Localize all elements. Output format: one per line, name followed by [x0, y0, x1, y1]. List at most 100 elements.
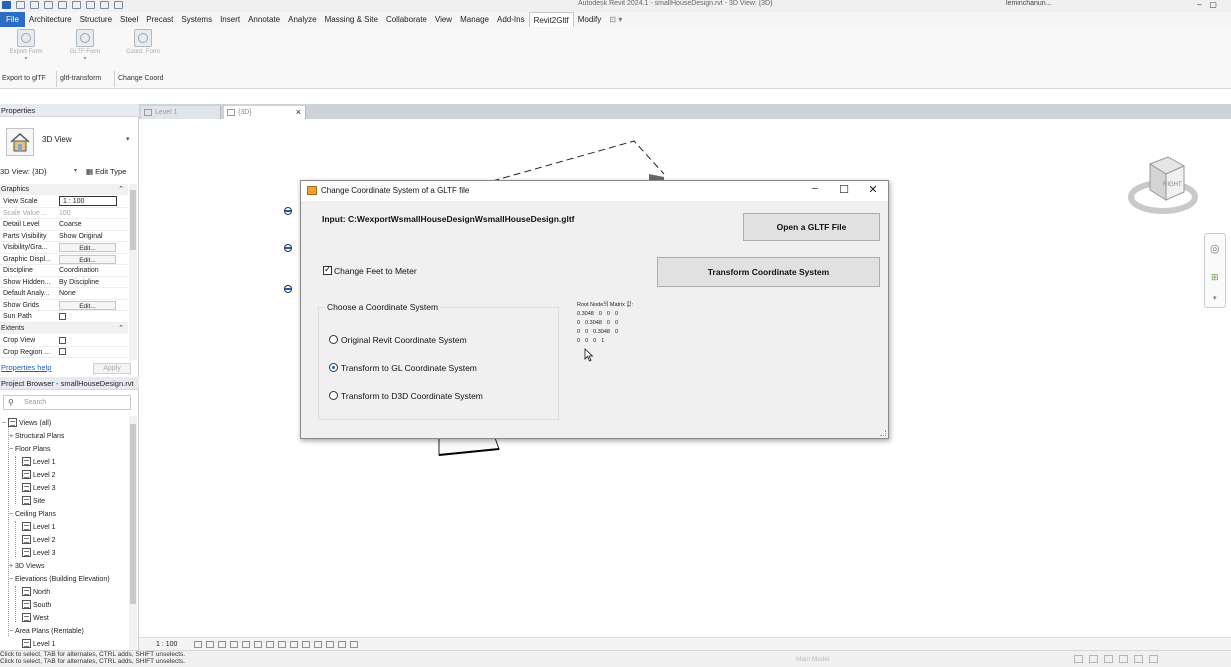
lock-view-icon[interactable]: [278, 641, 286, 648]
property-row[interactable]: Detail Level Coarse: [0, 219, 128, 231]
tree-ceiling-plan-level-3[interactable]: Level 3: [22, 547, 56, 560]
worksharing-icon[interactable]: [314, 641, 322, 648]
edit-button[interactable]: Edit...: [59, 243, 116, 252]
collapse-icon[interactable]: −: [0, 417, 8, 430]
edit-button[interactable]: Edit...: [59, 254, 116, 264]
open-gltf-button[interactable]: Open a GLTF File: [743, 213, 880, 241]
tree-floor-plan-level-1[interactable]: Level 1: [22, 456, 56, 469]
property-value[interactable]: [59, 311, 66, 323]
chevron-down-icon[interactable]: ▾: [74, 167, 77, 174]
view-tab-3d[interactable]: {3D} ×: [224, 106, 306, 119]
properties-scrollbar[interactable]: [129, 184, 137, 360]
tab-massing-site[interactable]: Massing & Site: [321, 12, 382, 27]
home-icon[interactable]: [16, 1, 25, 9]
tree-ceiling-plan-level-1[interactable]: Level 1: [22, 521, 56, 534]
property-row[interactable]: Parts Visibility Show Original: [0, 231, 128, 242]
tab-annotate[interactable]: Annotate: [244, 12, 284, 27]
checkbox-icon[interactable]: [59, 336, 66, 344]
minimize-icon[interactable]: −: [801, 183, 829, 195]
crop-view-icon[interactable]: [254, 641, 262, 648]
tab-file[interactable]: File: [0, 12, 25, 27]
view-cube[interactable]: RIGHT: [1128, 152, 1198, 227]
tab-architecture[interactable]: Architecture: [25, 12, 76, 27]
instance-selector[interactable]: 3D View: {3D} ▾ ▦ Edit Type: [0, 166, 139, 179]
property-value[interactable]: Coarse: [59, 219, 82, 231]
tree-elevation-south[interactable]: South: [22, 599, 51, 612]
group-graphics[interactable]: Graphics ⌃: [0, 184, 128, 195]
tab-view[interactable]: View: [431, 12, 456, 27]
properties-help-link[interactable]: Properties help: [1, 363, 51, 372]
tree-elevation-west[interactable]: West: [22, 612, 49, 625]
tab-revit2gltf[interactable]: Revit2Gltf: [528, 12, 574, 27]
collapse-icon[interactable]: −: [7, 573, 15, 586]
expand-icon[interactable]: +: [7, 560, 15, 573]
type-selector[interactable]: 3D View ▾: [0, 122, 139, 158]
tab-precast[interactable]: Precast: [142, 12, 177, 27]
visual-style-icon[interactable]: [206, 641, 214, 648]
measure-icon[interactable]: [114, 1, 123, 9]
chevron-down-icon[interactable]: ▾: [126, 135, 130, 143]
undo-icon[interactable]: [72, 1, 81, 9]
property-row[interactable]: Default Analy... None: [0, 288, 128, 300]
tree-elevation-north[interactable]: North: [22, 586, 50, 599]
tree-ceiling-plan-level-2[interactable]: Level 2: [22, 534, 56, 547]
horizontal-scrollbar[interactable]: [434, 640, 1214, 647]
detail-level-icon[interactable]: [194, 641, 202, 648]
browser-search-input[interactable]: ⚲ Search: [3, 395, 131, 410]
property-value[interactable]: Coordination: [59, 265, 99, 277]
property-row[interactable]: Graphic Displ... Edit...: [0, 254, 128, 265]
tree-ceiling-plans[interactable]: − Ceiling Plans: [7, 508, 56, 521]
select-links-icon[interactable]: [1074, 655, 1083, 663]
property-row[interactable]: Crop View: [0, 335, 128, 347]
analytical-model-icon[interactable]: [326, 641, 334, 648]
view-tab-level-1[interactable]: Level 1: [141, 106, 221, 119]
checkbox-checked-icon[interactable]: [323, 264, 332, 276]
collapse-icon[interactable]: −: [7, 443, 15, 456]
tab-insert[interactable]: Insert: [216, 12, 244, 27]
reveal-hidden-icon[interactable]: [302, 641, 310, 648]
checkbox-icon[interactable]: [59, 312, 66, 320]
checkbox-icon[interactable]: [59, 348, 66, 356]
property-row[interactable]: Show Hidden... By Discipline: [0, 277, 128, 289]
tab-add-ins[interactable]: Add-Ins: [493, 12, 529, 27]
window-controls[interactable]: –▢: [1197, 0, 1225, 9]
feet-to-meter-checkbox[interactable]: Change Feet to Meter: [323, 264, 417, 276]
property-value[interactable]: 1 : 100: [59, 196, 117, 206]
temporary-hide-icon[interactable]: [290, 641, 298, 648]
close-icon[interactable]: ✕: [859, 183, 887, 196]
tree-3d-views[interactable]: +3D Views: [7, 560, 45, 573]
select-pinned-icon[interactable]: [1104, 655, 1113, 663]
tree-floor-plans[interactable]: − Floor Plans: [7, 443, 50, 456]
group-extents[interactable]: Extents ⌃: [0, 323, 128, 334]
tab-steel[interactable]: Steel: [116, 12, 142, 27]
collapse-icon[interactable]: ⌃: [118, 323, 124, 334]
revit-app-icon[interactable]: [2, 1, 11, 9]
filter-icon[interactable]: [1149, 655, 1158, 663]
tree-views-all[interactable]: − Views (all): [0, 417, 51, 430]
highlight-displacement-icon[interactable]: [338, 641, 346, 648]
browser-scrollbar[interactable]: [129, 416, 137, 653]
property-row[interactable]: Sun Path: [0, 311, 128, 323]
drag-elements-icon[interactable]: [1134, 655, 1143, 663]
tab-manage[interactable]: Manage: [456, 12, 493, 27]
user-account[interactable]: leminchanun...: [1006, 0, 1052, 7]
shadows-icon[interactable]: [230, 641, 238, 648]
property-value[interactable]: By Discipline: [59, 277, 99, 289]
radio-icon[interactable]: [329, 391, 338, 401]
collapse-icon[interactable]: −: [7, 508, 15, 521]
navigation-bar[interactable]: ◎ ⊞ ▾: [1204, 233, 1226, 308]
tree-floor-plan-site[interactable]: Site: [22, 495, 45, 508]
save-icon[interactable]: [44, 1, 53, 9]
coord-form-button[interactable]: Coord. Form: [121, 29, 165, 55]
reveal-constraints-icon[interactable]: [350, 641, 358, 648]
property-value[interactable]: [59, 347, 66, 359]
close-icon[interactable]: ×: [296, 106, 301, 119]
tab-modify[interactable]: Modify: [574, 12, 606, 27]
sun-path-icon[interactable]: [218, 641, 226, 648]
collapse-icon[interactable]: ⌃: [118, 184, 124, 195]
tree-floor-plan-level-3[interactable]: Level 3: [22, 482, 56, 495]
zoom-icon[interactable]: ⊞: [1211, 272, 1219, 283]
property-row[interactable]: View Scale 1 : 100: [0, 196, 128, 208]
transform-coordinate-button[interactable]: Transform Coordinate System: [657, 257, 880, 287]
redo-icon[interactable]: [86, 1, 95, 9]
